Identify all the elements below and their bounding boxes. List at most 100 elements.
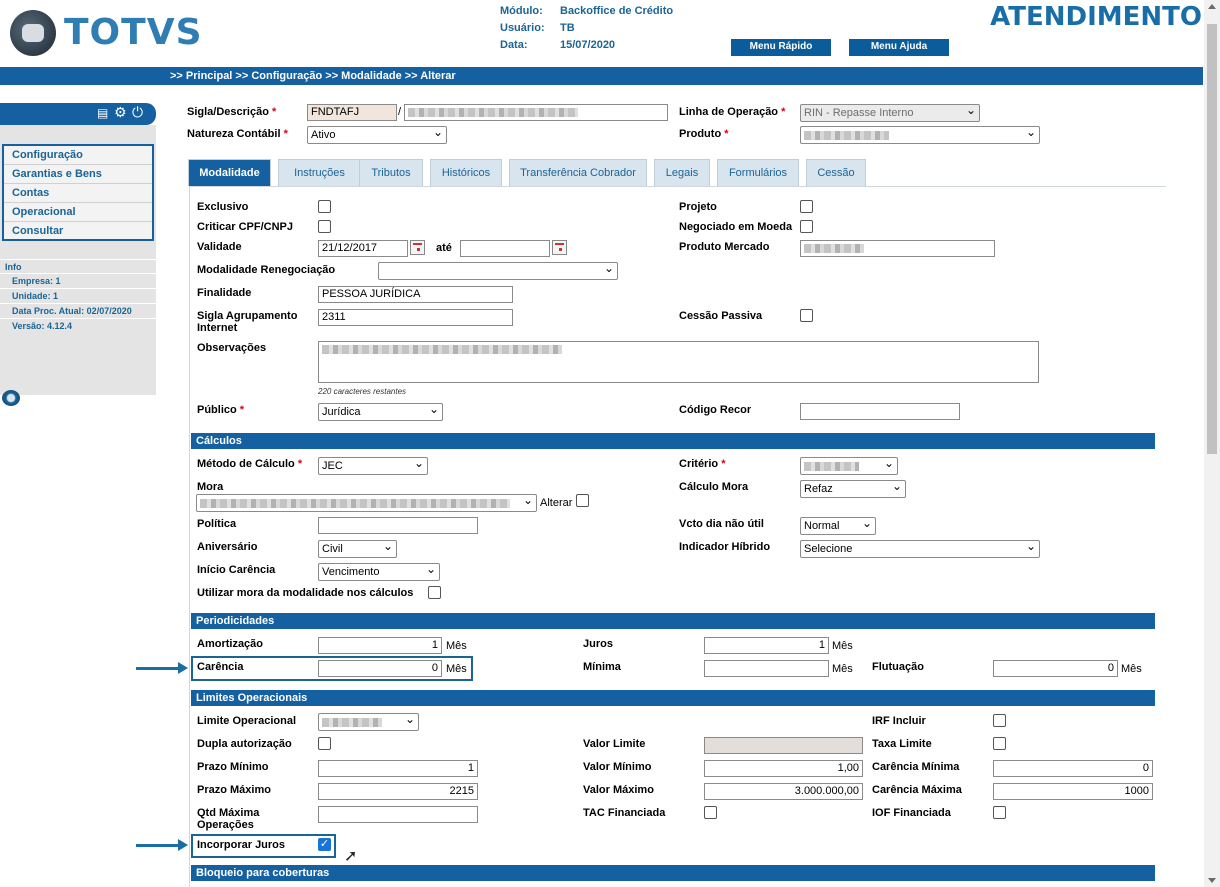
qtd-max-label: Qtd Máxima Operações xyxy=(197,807,260,831)
tab-cessao[interactable]: Cessão xyxy=(806,159,866,186)
projeto-checkbox[interactable] xyxy=(800,200,813,213)
tab-transferencia[interactable]: Transferência Cobrador xyxy=(509,159,647,186)
sidebar-item-contas[interactable]: Contas xyxy=(4,184,152,203)
carencia-input[interactable]: 0 xyxy=(318,660,442,677)
tab-legais[interactable]: Legais xyxy=(654,159,710,186)
flutuacao-label: Flutuação xyxy=(872,661,924,673)
totvs-small-icon[interactable] xyxy=(2,390,20,406)
minima-input[interactable] xyxy=(704,660,829,677)
sigla-agrup-input[interactable]: 2311 xyxy=(318,309,513,326)
info-title: Info xyxy=(0,259,156,273)
calendar-icon[interactable] xyxy=(410,240,425,255)
calendar-icon[interactable] xyxy=(552,240,567,255)
criterio-select[interactable] xyxy=(800,457,898,475)
finalidade-input[interactable]: PESSOA JURÍDICA xyxy=(318,286,513,303)
sidebar-item-operacional[interactable]: Operacional xyxy=(4,203,152,222)
inicio-carencia-select[interactable]: Vencimento xyxy=(318,563,440,581)
sigla-input[interactable]: FNDTAFJ xyxy=(307,104,397,121)
tab-tributos[interactable]: Tributos xyxy=(359,159,423,186)
info-empresa: Empresa: 1 xyxy=(0,273,156,288)
tac-checkbox[interactable] xyxy=(704,806,717,819)
observacoes-textarea[interactable] xyxy=(318,341,1039,383)
carencia-min-input[interactable]: 0 xyxy=(993,760,1153,777)
exclusivo-checkbox[interactable] xyxy=(318,200,331,213)
vertical-scrollbar[interactable] xyxy=(1204,0,1220,887)
aniversario-select[interactable]: Civil xyxy=(318,540,397,558)
taxa-limite-checkbox[interactable] xyxy=(993,737,1006,750)
linha-operacao-select[interactable]: RIN - Repasse Interno xyxy=(800,104,980,122)
linha-operacao-label: Linha de Operação * xyxy=(679,106,786,118)
descricao-input[interactable] xyxy=(404,104,668,121)
carencia-max-input[interactable]: 1000 xyxy=(993,783,1153,800)
negociado-label: Negociado em Moeda xyxy=(679,221,793,233)
sidebar-toolbar: ▤ ⚙ ⏻ xyxy=(0,103,156,125)
dupla-label: Dupla autorização xyxy=(197,738,292,750)
power-icon[interactable]: ⏻ xyxy=(132,104,143,121)
validade-inicio-input[interactable]: 21/12/2017 xyxy=(318,240,408,257)
iof-checkbox[interactable] xyxy=(993,806,1006,819)
prazo-min-input[interactable]: 1 xyxy=(318,760,478,777)
amortizacao-input[interactable]: 1 xyxy=(318,637,442,654)
dupla-checkbox[interactable] xyxy=(318,737,331,750)
tab-instrucoes[interactable]: Instruções xyxy=(278,159,361,186)
codigo-recor-input[interactable] xyxy=(800,403,960,420)
politica-input[interactable] xyxy=(318,517,478,534)
finalidade-label: Finalidade xyxy=(197,287,252,299)
produto-select[interactable] xyxy=(800,126,1040,144)
metodo-select[interactable]: JEC xyxy=(318,457,428,475)
mouse-cursor-icon: ➚ xyxy=(344,848,358,865)
cessao-passiva-checkbox[interactable] xyxy=(800,309,813,322)
menu-ajuda-button[interactable]: Menu Ajuda xyxy=(849,39,949,56)
natureza-select[interactable]: Ativo xyxy=(307,126,447,144)
document-icon[interactable]: ▤ xyxy=(97,106,108,120)
sidebar-item-garantias[interactable]: Garantias e Bens xyxy=(4,165,152,184)
app-title: ATENDIMENTO xyxy=(990,2,1202,32)
flutuacao-input[interactable]: 0 xyxy=(993,660,1118,677)
scroll-thumb[interactable] xyxy=(1207,24,1217,454)
validade-fim-input[interactable] xyxy=(460,240,550,257)
qtd-max-input[interactable] xyxy=(318,806,478,823)
valor-limite-input[interactable] xyxy=(704,737,863,754)
juros-input[interactable]: 1 xyxy=(704,637,829,654)
scroll-up-icon[interactable] xyxy=(1208,4,1216,9)
mes-label: Mês xyxy=(1121,663,1142,675)
utilizar-mora-checkbox[interactable] xyxy=(428,586,441,599)
indicador-select[interactable]: Selecione xyxy=(800,540,1040,558)
mora-select[interactable] xyxy=(196,494,537,512)
validade-label: Validade xyxy=(197,241,242,253)
criticar-checkbox[interactable] xyxy=(318,220,331,233)
scroll-down-icon[interactable] xyxy=(1208,878,1216,883)
amortizacao-label: Amortização xyxy=(197,638,264,650)
valor-limite-label: Valor Limite xyxy=(583,738,646,750)
sidebar-item-consultar[interactable]: Consultar xyxy=(4,222,152,241)
sidebar-item-configuracao[interactable]: Configuração xyxy=(4,146,152,165)
menu-rapido-button[interactable]: Menu Rápido xyxy=(731,39,831,56)
limite-op-label: Limite Operacional xyxy=(197,715,297,727)
valor-min-input[interactable]: 1,00 xyxy=(704,760,863,777)
limite-op-select[interactable] xyxy=(318,713,419,731)
observacoes-label: Observações xyxy=(197,342,267,354)
prazo-max-input[interactable]: 2215 xyxy=(318,783,478,800)
minima-label: Mínima xyxy=(583,661,621,673)
negociado-checkbox[interactable] xyxy=(800,220,813,233)
mod-reneg-select[interactable] xyxy=(378,262,618,280)
vcto-select[interactable]: Normal xyxy=(800,517,876,535)
tab-formularios[interactable]: Formulários xyxy=(717,159,799,186)
tac-label: TAC Financiada xyxy=(583,807,666,819)
tab-historicos[interactable]: Históricos xyxy=(430,159,502,186)
tab-modalidade[interactable]: Modalidade xyxy=(188,159,271,186)
mora-label: Mora xyxy=(197,481,224,493)
incorporar-checkbox[interactable]: ✓ xyxy=(318,838,331,851)
irf-checkbox[interactable] xyxy=(993,714,1006,727)
alterar-checkbox[interactable] xyxy=(576,494,589,507)
mes-label: Mês xyxy=(832,663,853,675)
valor-max-input[interactable]: 3.000.000,00 xyxy=(704,783,863,800)
calculo-mora-select[interactable]: Refaz xyxy=(800,480,906,498)
publico-select[interactable]: Jurídica xyxy=(318,403,443,421)
carencia-min-label: Carência Mínima xyxy=(872,761,960,773)
exclusivo-label: Exclusivo xyxy=(197,201,249,213)
gear-icon[interactable]: ⚙ xyxy=(114,104,127,121)
carencia-label: Carência xyxy=(197,661,244,673)
produto-mercado-input[interactable] xyxy=(800,240,995,257)
arrow-icon xyxy=(136,662,188,674)
